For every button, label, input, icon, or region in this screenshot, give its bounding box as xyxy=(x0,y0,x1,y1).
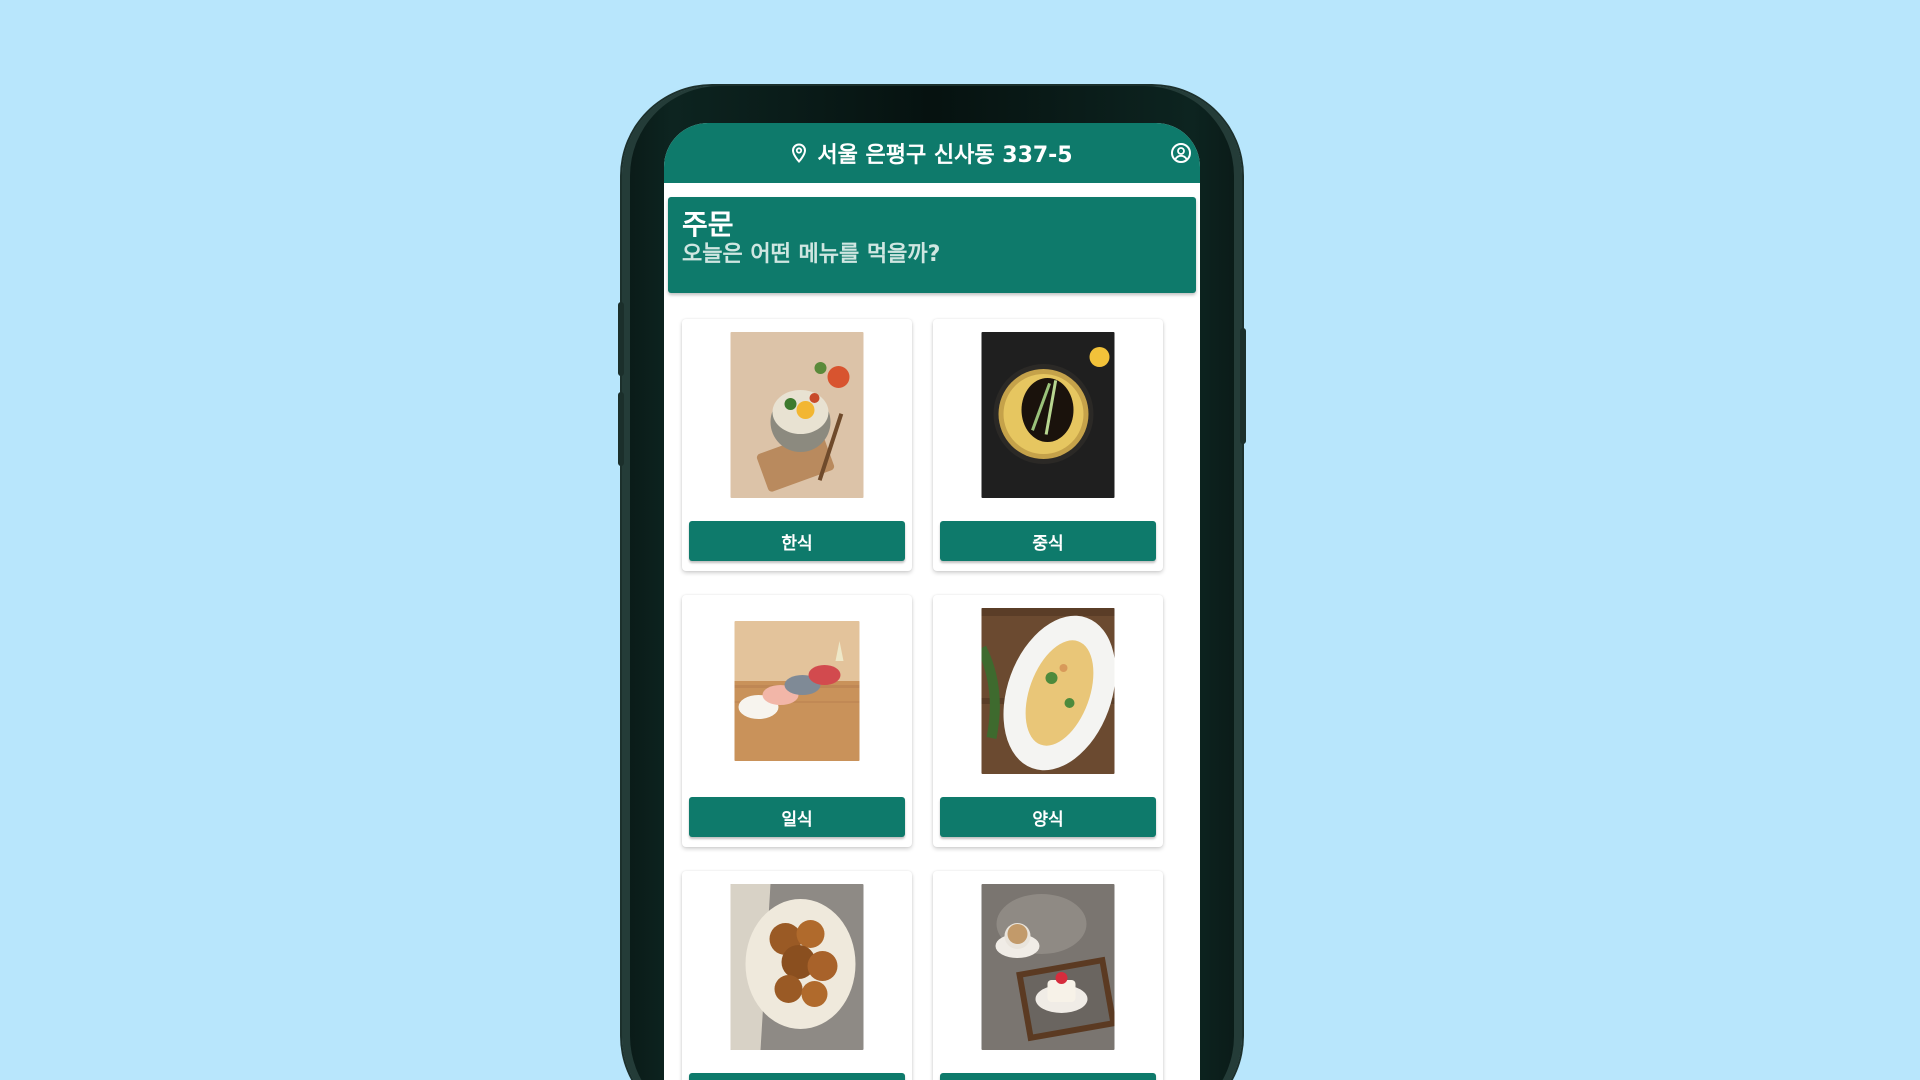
category-button-korean[interactable]: 한식 xyxy=(689,521,905,561)
jajangmyeon-photo xyxy=(981,332,1115,498)
power-button xyxy=(1240,328,1246,444)
location-selector[interactable]: 서울 은평구 신사동 337-5 xyxy=(791,137,1073,169)
category-card-chinese[interactable]: 중식 xyxy=(933,319,1163,571)
fried-chicken-photo xyxy=(730,884,864,1050)
category-card-japanese[interactable]: 일식 xyxy=(682,595,912,847)
location-header: 서울 은평구 신사동 337-5 xyxy=(664,123,1200,183)
category-button-cafe[interactable] xyxy=(940,1073,1156,1080)
cafe-dessert-photo xyxy=(981,884,1115,1050)
category-button-chinese[interactable]: 중식 xyxy=(940,521,1156,561)
app-screen: 서울 은평구 신사동 337-5 주문 오늘은 어떤 메뉴를 먹을까? 한식 중… xyxy=(664,123,1200,1080)
category-card-korean[interactable]: 한식 xyxy=(682,319,912,571)
category-button-western[interactable]: 양식 xyxy=(940,797,1156,837)
order-banner: 주문 오늘은 어떤 메뉴를 먹을까? xyxy=(668,197,1196,293)
volume-down-button xyxy=(618,392,624,466)
category-card-chicken[interactable] xyxy=(682,871,912,1080)
page-subtitle: 오늘은 어떤 메뉴를 먹을까? xyxy=(682,242,941,267)
category-grid: 한식 중식 일식 양식 xyxy=(664,293,1200,1080)
bibimbap-photo xyxy=(730,332,864,498)
volume-up-button xyxy=(618,302,624,376)
location-text: 서울 은평구 신사동 337-5 xyxy=(817,143,1073,168)
category-card-western[interactable]: 양식 xyxy=(933,595,1163,847)
sushi-photo xyxy=(734,621,860,761)
page-title: 주문 xyxy=(682,208,734,241)
category-button-chicken[interactable] xyxy=(689,1073,905,1080)
category-button-japanese[interactable]: 일식 xyxy=(689,797,905,837)
category-card-cafe[interactable] xyxy=(933,871,1163,1080)
map-pin-icon xyxy=(791,143,807,163)
user-circle-icon[interactable] xyxy=(1170,142,1192,164)
pasta-photo xyxy=(981,608,1115,774)
